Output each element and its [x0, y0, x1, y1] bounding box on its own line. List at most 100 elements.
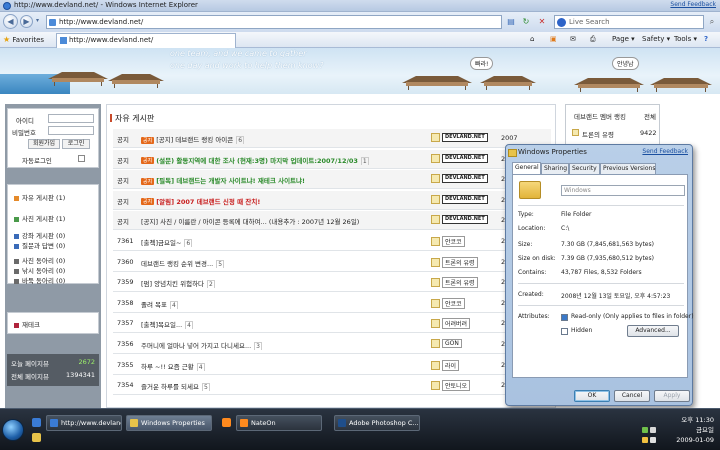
taskbar-item-properties[interactable]: Windows Properties [126, 415, 212, 431]
safety-menu[interactable]: Safety ▾ [642, 35, 670, 43]
row-subject[interactable]: [출첵]목요일... 4 [141, 319, 193, 330]
row-author[interactable]: DEVLAND.NET [431, 215, 491, 226]
row-subject[interactable]: 데브랜드 랭킹 순위 변경... 5 [141, 258, 225, 268]
row-subject[interactable]: 공지 [필독] 데브랜드는 개발자 사이트냐! 재테크 사이트냐! [141, 175, 305, 185]
browser-tab[interactable]: http://www.devland.net/ [56, 33, 236, 48]
menu-item-photo-board[interactable]: 사진 게시판 (1) [14, 213, 65, 223]
readonly-checkbox[interactable] [561, 314, 568, 321]
password-input[interactable] [48, 126, 94, 135]
row-author[interactable]: DEVLAND.NET [431, 133, 491, 144]
board-row[interactable]: 7357[출첵]목요일...4어려버려2009 [113, 314, 551, 334]
board-row[interactable]: 7360데브랜드 랭킹 순위 변경...5트론의 유령2009 [113, 253, 551, 272]
row-subject[interactable]: 졸려 목표 4 [141, 299, 178, 309]
row-author[interactable]: 트론의 유령 [431, 277, 491, 289]
row-author[interactable]: DEVLAND.NET [431, 194, 491, 206]
folder-name-input[interactable]: Windows [561, 185, 685, 196]
row-subject[interactable]: [펌] 양념치킨 위험하다 2 [141, 278, 215, 289]
cancel-button[interactable]: Cancel [614, 390, 650, 402]
ie-quicklaunch-icon[interactable] [32, 418, 41, 427]
taskbar-item-ie[interactable]: http://www.devland.ne... [46, 415, 122, 431]
send-feedback-link[interactable]: Send Feedback [670, 1, 716, 8]
row-author[interactable]: 안코코 [431, 236, 491, 247]
row-subject[interactable]: 공지 [알림] 2007 데브랜드 신정 때 잔치! [141, 196, 260, 206]
print-icon[interactable]: ⎙ [590, 35, 596, 44]
row-author[interactable]: 트론의 유령 [431, 256, 491, 268]
forward-button[interactable]: ▶ [20, 15, 33, 28]
id-input[interactable] [48, 114, 94, 123]
row-author[interactable]: 안코코 [431, 297, 491, 309]
row-subject[interactable]: [출첵]금요일~ 6 [141, 237, 193, 247]
mail-icon[interactable]: ✉ [570, 35, 576, 43]
row-subject[interactable]: 공지 (설문) 활동지역에 대한 조사 (현재:3명) 마지막 업데이트:2007… [141, 155, 369, 165]
taskbar-item-photoshop[interactable]: Adobe Photoshop C... [334, 415, 420, 431]
home-icon[interactable]: ⌂ [530, 35, 534, 43]
page-menu[interactable]: Page ▾ [612, 35, 635, 43]
tab-security[interactable]: Security [569, 163, 600, 174]
menu-item-photo-club[interactable]: 사진 동아리 (0) [14, 255, 65, 265]
board-row[interactable]: 공지 [공지] 사진 / 이름란 / 아이콘 등록에 대하여... (내용추가 :… [113, 211, 551, 231]
board-row[interactable]: 7359[펌] 양념치킨 위험하다2트론의 유령2009 [113, 273, 551, 293]
row-subject[interactable]: 하루 ~!! 요즘 근황 4 [141, 361, 205, 371]
tools-menu[interactable]: Tools ▾ [674, 35, 697, 43]
start-button[interactable] [2, 419, 24, 441]
row-author[interactable]: 안토니오 [431, 380, 491, 392]
address-input[interactable]: http://www.devland.net/ [46, 15, 502, 29]
board-row[interactable]: 7354즐거운 하루를 되세요5안토니오2009 [113, 376, 551, 396]
tab-sharing[interactable]: Sharing [541, 163, 569, 174]
stop-icon[interactable]: ✕ [535, 15, 549, 29]
taskbar-item-nateon[interactable]: NateOn [236, 415, 322, 431]
dialog-send-feedback[interactable]: Send Feedback [642, 148, 688, 155]
feeds-icon[interactable]: ▣ [550, 35, 557, 43]
board-row[interactable]: 공지 공지 (설문) 활동지역에 대한 조사 (현재:3명) 마지막 업데이트:20… [113, 149, 551, 169]
search-input[interactable]: Live Search [554, 15, 704, 29]
hidden-checkbox[interactable] [561, 328, 568, 335]
back-button[interactable]: ◀ [3, 14, 18, 29]
row-author[interactable]: DEVLAND.NET [431, 153, 491, 165]
recent-pages-icon[interactable]: ▾ [36, 17, 39, 24]
tray-icon[interactable] [642, 437, 648, 443]
auto-login-checkbox[interactable] [78, 155, 85, 162]
board-row[interactable]: 7356주머니에 얼마나 넣어 가지고 다니세요...3GON2009 [113, 335, 551, 354]
explorer-quicklaunch-icon[interactable] [32, 433, 41, 442]
login-button[interactable]: 로그인 [62, 139, 90, 149]
menu-item-lecture-board[interactable]: 강좌 게시판 (0) [14, 230, 65, 240]
search-go-icon[interactable]: ⌕ [706, 16, 718, 28]
board-row[interactable]: 7358졸려 목표4안코코2009 [113, 294, 551, 313]
row-author[interactable]: DEVLAND.NET [431, 174, 491, 185]
media-icon[interactable] [222, 418, 231, 427]
row-subject[interactable]: 공지 [공지] 데브랜드 랭킹 아이콘 6 [141, 134, 245, 144]
row-author[interactable]: GON [431, 339, 491, 350]
board-row[interactable]: 공지 공지 [필독] 데브랜드는 개발자 사이트냐! 재테크 사이트냐! DEVLAN… [113, 170, 551, 190]
apply-button[interactable]: Apply [654, 390, 690, 402]
help-icon[interactable]: ? [704, 35, 708, 43]
clock[interactable]: 오후 11:30 금요일 2009-01-09 [676, 415, 714, 445]
board-row[interactable]: 공지공지[알림] 2007 데브랜드 신정 때 잔치!DEVLAND.NET20… [113, 190, 551, 210]
menu-item-fishing-club[interactable]: 낚시 동아리 (0) [14, 265, 65, 275]
refresh-icon[interactable]: ↻ [519, 15, 533, 29]
ranking-first-name[interactable]: 트론의 유령 [582, 129, 614, 139]
board-row[interactable]: 7355하루 ~!! 요즘 근황4라이2009 [113, 356, 551, 375]
tray-icon[interactable] [642, 427, 648, 433]
menu-count: (0) [56, 232, 66, 240]
board-row[interactable]: 공지 공지 [공지] 데브랜드 랭킹 아이콘 6 DEVLAND.NET 2007 [113, 129, 551, 148]
row-subject[interactable]: 즐거운 하루를 되세요 5 [141, 381, 210, 392]
advanced-button[interactable]: Advanced... [627, 325, 679, 337]
ranking-all-link[interactable]: 전체 [644, 111, 656, 121]
compatibility-icon[interactable]: ▤ [504, 15, 518, 29]
network-icon[interactable] [650, 427, 656, 433]
menu-item-qna[interactable]: 질문과 답변 (0) [14, 240, 65, 250]
favorites-button[interactable]: ★ Favorites [3, 35, 44, 44]
tab-previous-versions[interactable]: Previous Versions [600, 163, 656, 174]
volume-icon[interactable] [650, 437, 656, 443]
row-author[interactable]: 어려버려 [431, 318, 491, 330]
join-button[interactable]: 회원가입 [28, 139, 60, 149]
tab-general[interactable]: General [512, 162, 541, 174]
row-subject[interactable]: [공지] 사진 / 이름란 / 아이콘 등록에 대하여... (내용추가 : 2… [141, 216, 359, 226]
menu-item-baduk-club[interactable]: 바둑 동아리 (0) [14, 275, 65, 285]
ok-button[interactable]: OK [574, 390, 610, 402]
board-row[interactable]: 7361[출첵]금요일~6안코코2009 [113, 232, 551, 251]
row-subject[interactable]: 주머니에 얼마나 넣어 가지고 다니세요... 3 [141, 340, 262, 350]
menu-item-free-board[interactable]: 자유 게시판 (1) [14, 192, 65, 202]
row-author[interactable]: 라이 [431, 359, 491, 371]
menu-item-jaeteuk[interactable]: 재테크 [14, 319, 40, 329]
